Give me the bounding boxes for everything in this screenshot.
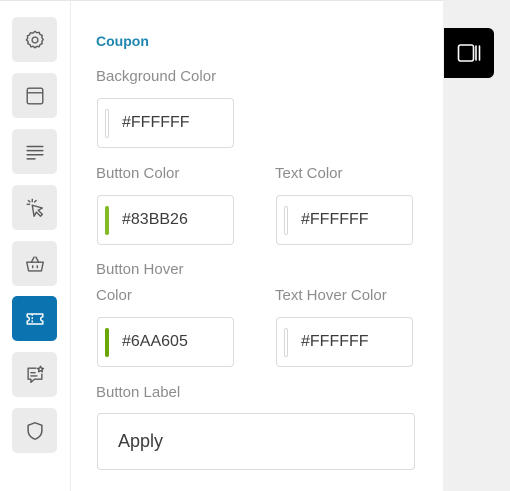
button-color-field[interactable]: #83BB26 [97, 195, 234, 245]
sidebar-item-cart[interactable] [12, 241, 57, 286]
background-color-value: #FFFFFF [122, 114, 190, 131]
text-hover-color-swatch[interactable] [284, 327, 288, 357]
text-hover-color-label: Text Hover Color [275, 287, 387, 304]
text-color-field[interactable]: #FFFFFF [276, 195, 413, 245]
text-color-value: #FFFFFF [301, 211, 369, 228]
sidebar-item-layout[interactable] [12, 73, 57, 118]
sidebar-item-interaction[interactable] [12, 185, 57, 230]
sidebar-item-reviews[interactable] [12, 352, 57, 397]
button-hover-color-label-line1: Button Hover [96, 261, 184, 278]
button-hover-color-label-line2: Color [96, 287, 132, 304]
sidebar [0, 1, 71, 491]
text-hover-color-value: #FFFFFF [301, 333, 369, 350]
sidebar-item-security[interactable] [12, 408, 57, 453]
button-color-swatch[interactable] [105, 205, 109, 235]
section-title: Coupon [96, 33, 149, 49]
lines-icon [25, 145, 44, 160]
button-hover-color-field[interactable]: #6AA605 [97, 317, 234, 367]
preview-toggle-button[interactable] [444, 28, 494, 78]
settings-panel: Coupon Background Color #FFFFFF Button C… [0, 0, 443, 491]
pointer-click-icon [26, 198, 43, 217]
button-label-input[interactable]: Apply [97, 413, 415, 470]
basket-icon [25, 255, 44, 272]
ticket-icon [25, 312, 44, 325]
panel-toggle-icon [457, 44, 481, 62]
shield-icon [26, 421, 43, 440]
button-color-label: Button Color [96, 165, 180, 182]
sidebar-item-content[interactable] [12, 129, 57, 174]
button-label-label: Button Label [96, 384, 181, 401]
window-icon [26, 87, 43, 104]
background-color-field[interactable]: #FFFFFF [97, 98, 234, 148]
text-hover-color-field[interactable]: #FFFFFF [276, 317, 413, 367]
gear-icon [25, 30, 44, 48]
sidebar-item-coupon[interactable] [12, 296, 57, 341]
background-color-label: Background Color [96, 68, 217, 85]
background-color-swatch[interactable] [105, 108, 109, 138]
button-hover-color-swatch[interactable] [105, 327, 109, 357]
button-color-value: #83BB26 [122, 211, 188, 228]
sidebar-item-general-settings[interactable] [12, 17, 57, 62]
button-hover-color-value: #6AA605 [122, 333, 188, 350]
text-color-swatch[interactable] [284, 205, 288, 235]
text-color-label: Text Color [275, 165, 343, 182]
chat-star-icon [26, 365, 44, 383]
